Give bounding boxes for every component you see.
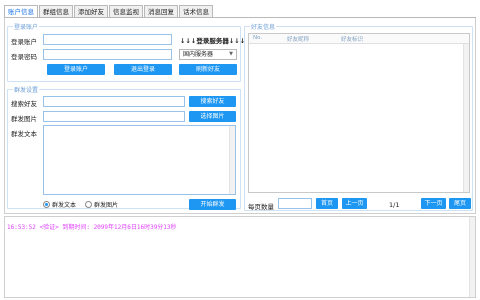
- search-friend-input[interactable]: [43, 96, 185, 107]
- server-label: ↓↓↓登录服务器↓↓↓: [180, 37, 246, 45]
- friends-group-title: 好友信息: [250, 22, 277, 31]
- next-page-button[interactable]: 下一页: [421, 198, 446, 209]
- search-friend-button[interactable]: 搜索好友: [189, 96, 236, 107]
- group-image-input[interactable]: [43, 111, 185, 122]
- server-select[interactable]: 国内服务器 ▼: [179, 49, 237, 60]
- refresh-friends-button[interactable]: 刷新好友: [179, 64, 237, 75]
- radio-dot: [85, 201, 92, 208]
- radio-group-image[interactable]: 群发图片: [85, 200, 118, 209]
- log-panel[interactable]: 16:53:52 <验证> 到期时间: 2099年12月6日16时39分13秒: [4, 216, 476, 298]
- scrollbar[interactable]: [469, 217, 475, 297]
- friends-table[interactable]: No. 好友昵称 好友标识: [248, 33, 470, 193]
- log-line: 16:53:52 <验证> 到期时间: 2099年12月6日16时39分13秒: [7, 224, 177, 231]
- password-input[interactable]: [43, 49, 172, 60]
- search-friend-label: 搜索好友: [11, 100, 37, 108]
- chevron-down-icon: ▼: [229, 51, 233, 57]
- account-panel: 登录账户 登录账户 ↓↓↓登录服务器↓↓↓ 登录密码 国内服务器 ▼ 登录账户 …: [4, 18, 476, 214]
- logout-button[interactable]: 退出登录: [114, 64, 172, 75]
- page-indicator: 1/1: [389, 201, 400, 209]
- group-send-title: 群发设置: [13, 85, 40, 94]
- radio-group-text-label: 群发文本: [52, 202, 77, 209]
- prev-page-button[interactable]: 上一页: [342, 198, 367, 209]
- password-label: 登录密码: [11, 53, 37, 61]
- first-page-button[interactable]: 首页: [316, 198, 338, 209]
- group-image-label: 群发图片: [11, 115, 37, 123]
- choose-image-button[interactable]: 选择图片: [189, 111, 236, 122]
- start-group-send-button[interactable]: 开始群发: [189, 199, 236, 210]
- login-button[interactable]: 登录账户: [47, 64, 105, 75]
- account-input[interactable]: [43, 34, 172, 45]
- account-label: 登录账户: [11, 38, 37, 46]
- friends-table-header: No. 好友昵称 好友标识: [249, 34, 469, 44]
- radio-group-text[interactable]: 群发文本: [43, 200, 76, 209]
- radio-group-image-label: 群发图片: [94, 202, 119, 209]
- last-page-button[interactable]: 尾页: [449, 198, 471, 209]
- column-no[interactable]: No.: [253, 35, 262, 41]
- per-page-label: 每页数量: [248, 203, 274, 211]
- server-select-value: 国内服务器: [183, 51, 214, 58]
- scrollbar[interactable]: [229, 126, 235, 194]
- per-page-input[interactable]: [278, 198, 312, 209]
- group-text-input[interactable]: [43, 125, 236, 195]
- column-identifier[interactable]: 好友标识: [341, 35, 363, 43]
- radio-dot-selected: [43, 201, 50, 208]
- group-text-label: 群发文本: [11, 130, 37, 138]
- column-nickname[interactable]: 好友昵称: [287, 35, 309, 43]
- scrollbar[interactable]: [463, 44, 469, 192]
- login-group-title: 登录账户: [13, 22, 40, 31]
